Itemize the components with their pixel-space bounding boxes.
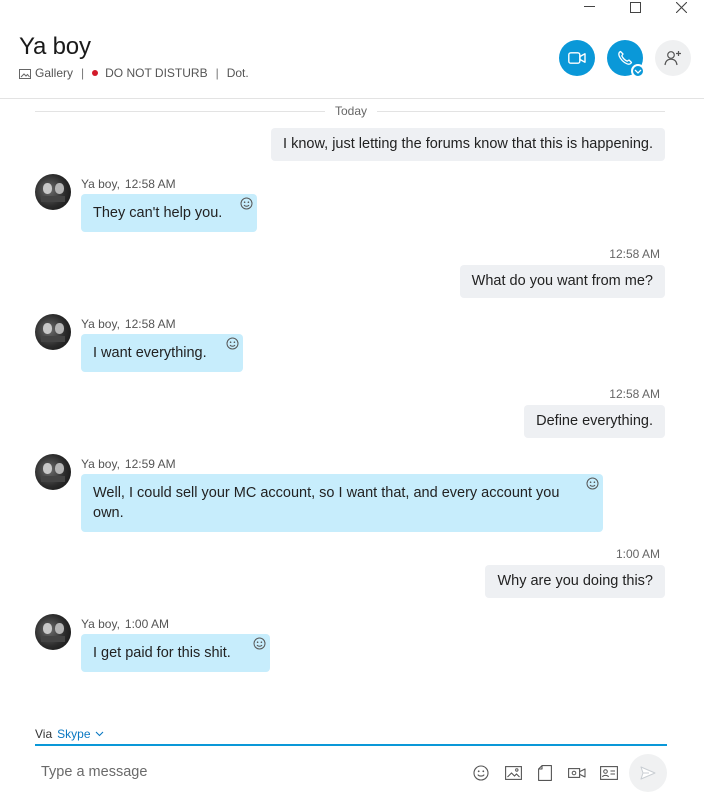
status-dot-icon	[92, 70, 99, 76]
add-reaction-icon[interactable]	[240, 197, 253, 210]
via-service[interactable]: Skype	[57, 727, 90, 741]
outgoing-message[interactable]: I know, just letting the forums know tha…	[271, 128, 665, 161]
message-feed[interactable]: Today I know, just letting the forums kn…	[0, 99, 704, 719]
divider: |	[215, 66, 219, 80]
video-call-button[interactable]	[559, 40, 595, 76]
emoji-icon	[473, 765, 489, 781]
message-time: 1:00 AM	[615, 547, 660, 561]
message-time: 12:59 AM	[124, 457, 176, 471]
add-person-icon	[664, 51, 681, 66]
outgoing-message[interactable]: Why are you doing this?	[485, 565, 665, 598]
via-label: Via	[35, 727, 53, 741]
sender-name: Ya boy,	[81, 177, 120, 191]
message-meta: Ya boy, 12:58 AM	[81, 177, 176, 191]
message-time: 1:00 AM	[124, 617, 169, 631]
message-time: 12:58 AM	[124, 177, 176, 191]
via-selector[interactable]: Via Skype	[35, 727, 104, 741]
chevron-down-icon	[95, 731, 103, 737]
message-time: 12:58 AM	[124, 317, 176, 331]
message-text: I get paid for this shit.	[93, 645, 231, 661]
image-icon	[504, 766, 522, 780]
outgoing-message[interactable]: Define everything.	[524, 405, 665, 438]
gallery-link[interactable]: Gallery	[35, 66, 73, 80]
add-reaction-icon[interactable]	[586, 477, 599, 490]
divider: |	[81, 66, 85, 80]
avatar[interactable]	[35, 454, 71, 490]
file-button[interactable]	[536, 765, 554, 781]
chevron-down-icon	[634, 69, 642, 74]
emoji-button[interactable]	[472, 765, 490, 781]
avatar[interactable]	[35, 614, 71, 650]
message-meta: Ya boy, 12:58 AM	[81, 317, 176, 331]
message-text-line: own.	[93, 505, 124, 521]
image-button[interactable]	[504, 765, 522, 781]
incoming-message[interactable]: I get paid for this shit.	[81, 634, 270, 672]
incoming-message[interactable]: They can't help you.	[81, 194, 257, 232]
file-icon	[538, 765, 552, 781]
avatar[interactable]	[35, 174, 71, 210]
add-reaction-icon[interactable]	[253, 637, 266, 650]
phone-icon	[618, 50, 633, 65]
sender-name: Ya boy,	[81, 617, 120, 631]
send-button[interactable]	[629, 754, 667, 792]
sender-name: Ya boy,	[81, 457, 120, 471]
sender-name: Ya boy,	[81, 317, 120, 331]
send-icon	[640, 766, 656, 780]
message-meta: Ya boy, 1:00 AM	[81, 617, 169, 631]
add-reaction-icon[interactable]	[226, 337, 239, 350]
message-time: 12:58 AM	[609, 247, 660, 261]
contact-card-button[interactable]	[600, 765, 618, 781]
add-people-button[interactable]	[655, 40, 691, 76]
contact-card-icon	[600, 766, 618, 780]
message-text-line: Well, I could sell your MC account, so I…	[93, 485, 560, 501]
call-options-badge[interactable]	[631, 64, 645, 78]
status-label: DO NOT DISTURB	[105, 66, 208, 80]
video-message-button[interactable]	[568, 765, 586, 781]
incoming-message[interactable]: Well, I could sell your MC account, so I…	[81, 474, 603, 532]
conversation-title: Ya boy	[19, 33, 91, 60]
video-message-icon	[568, 768, 586, 778]
conversation-subline: Gallery | DO NOT DISTURB | Dot.	[19, 66, 249, 80]
composer-underline	[35, 744, 667, 746]
gallery-icon	[19, 68, 31, 79]
day-label: Today	[325, 104, 377, 118]
outgoing-message[interactable]: What do you want from me?	[459, 265, 665, 298]
message-text: I want everything.	[93, 345, 207, 361]
chat-header: Ya boy Gallery | DO NOT DISTURB | Dot.	[0, 0, 704, 99]
message-time: 12:58 AM	[609, 387, 660, 401]
extra-label[interactable]: Dot.	[227, 66, 249, 80]
incoming-message[interactable]: I want everything.	[81, 334, 243, 372]
avatar[interactable]	[35, 314, 71, 350]
audio-call-button[interactable]	[607, 40, 645, 78]
message-text: They can't help you.	[93, 205, 223, 221]
message-meta: Ya boy, 12:59 AM	[81, 457, 176, 471]
video-camera-icon	[568, 52, 586, 64]
message-input[interactable]	[41, 762, 441, 782]
